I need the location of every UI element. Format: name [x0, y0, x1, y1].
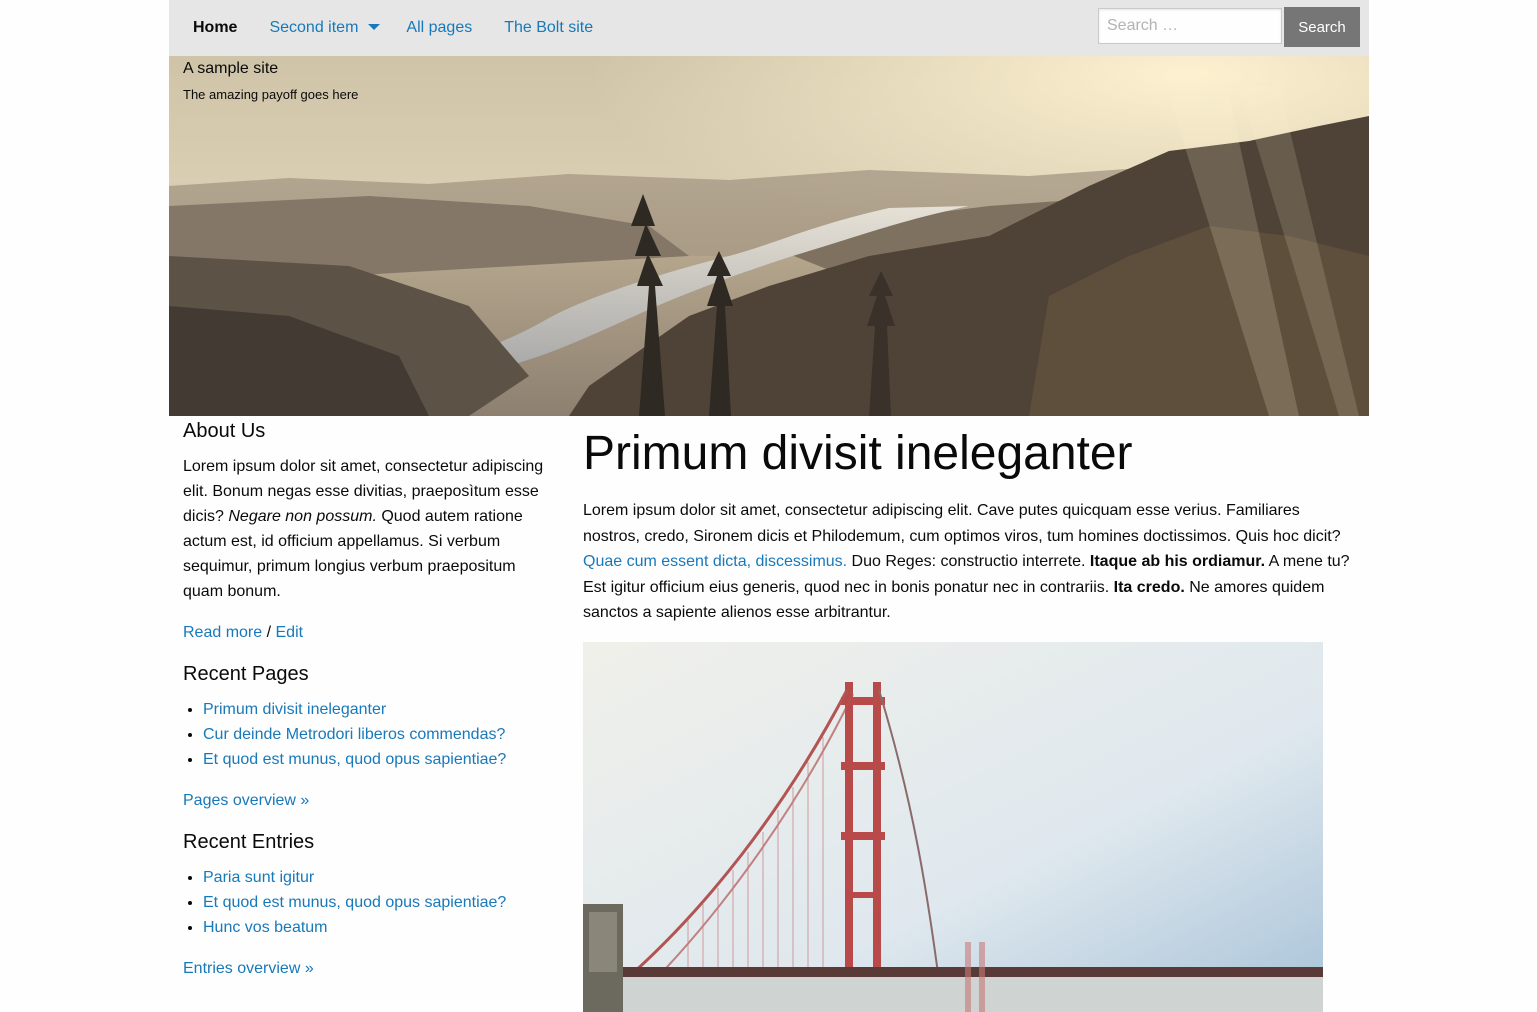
- recent-page-link[interactable]: Et quod est munus, quod opus sapientiae?: [203, 751, 506, 768]
- about-links: Read more / Edit: [183, 620, 553, 645]
- menu-link-bolt-site[interactable]: The Bolt site: [488, 0, 609, 56]
- recent-entry-link[interactable]: Et quod est munus, quod opus sapientiae?: [203, 894, 506, 911]
- list-item: Paria sunt igitur: [203, 865, 553, 890]
- article-intro: Lorem ipsum dolor sit amet, consectetur …: [583, 498, 1353, 626]
- site-title: A sample site: [183, 60, 279, 77]
- entries-overview-link[interactable]: Entries overview »: [183, 960, 314, 977]
- recent-page-link[interactable]: Cur deinde Metrodori liberos commendas?: [203, 726, 505, 743]
- list-item: Cur deinde Metrodori liberos commendas?: [203, 722, 553, 747]
- search-button[interactable]: Search: [1284, 7, 1360, 47]
- menu-link-home[interactable]: Home: [177, 0, 253, 56]
- page-wrapper: Home Second item All pages The Bolt site…: [169, 0, 1369, 1012]
- read-more-link[interactable]: Read more: [183, 624, 262, 641]
- article-image: [583, 641, 1323, 1012]
- menu-link-all-pages[interactable]: All pages: [390, 0, 488, 56]
- about-block: About Us Lorem ipsum dolor sit amet, con…: [183, 418, 553, 645]
- menu-item-home[interactable]: Home: [177, 0, 253, 56]
- edit-link[interactable]: Edit: [276, 624, 304, 641]
- main-menu: Home Second item All pages The Bolt site: [177, 0, 609, 56]
- recent-pages-list: Primum divisit ineleganter Cur deinde Me…: [183, 697, 553, 772]
- recent-entries-list: Paria sunt igitur Et quod est munus, quo…: [183, 865, 553, 940]
- menu-item-second[interactable]: Second item: [253, 0, 390, 56]
- menu-item-all-pages[interactable]: All pages: [390, 0, 488, 56]
- menu-label-second: Second item: [269, 19, 359, 36]
- article-text-1: Lorem ipsum dolor sit amet, consectetur …: [583, 502, 1341, 545]
- recent-pages-heading: Recent Pages: [183, 663, 309, 685]
- list-item: Et quod est munus, quod opus sapientiae?: [203, 747, 553, 772]
- search-form: Search: [1098, 7, 1360, 47]
- article-bold-2: Ita credo.: [1113, 578, 1185, 596]
- main-content: Primum divisit ineleganter Lorem ipsum d…: [583, 418, 1353, 1012]
- list-item: Primum divisit ineleganter: [203, 697, 553, 722]
- about-text: Lorem ipsum dolor sit amet, consectetur …: [183, 454, 553, 604]
- recent-entry-link[interactable]: Hunc vos beatum: [203, 919, 328, 936]
- links-separator: /: [262, 624, 276, 641]
- recent-pages-block: Recent Pages Primum divisit ineleganter …: [183, 661, 553, 813]
- hero-landscape-image: [169, 56, 1369, 416]
- recent-entries-heading: Recent Entries: [183, 831, 315, 853]
- list-item: Hunc vos beatum: [203, 915, 553, 940]
- chevron-down-icon: [368, 24, 381, 30]
- recent-entries-block: Recent Entries Paria sunt igitur Et quod…: [183, 829, 553, 981]
- search-input[interactable]: [1098, 8, 1282, 44]
- recent-entry-link[interactable]: Paria sunt igitur: [203, 869, 314, 886]
- about-heading: About Us: [183, 420, 266, 442]
- recent-page-link[interactable]: Primum divisit ineleganter: [203, 701, 386, 718]
- article-bold-1: Itaque ab his ordiamur.: [1089, 553, 1266, 570]
- bridge-photo: [583, 641, 1323, 1012]
- article-inline-link[interactable]: Quae cum essent dicta, discessimus.: [583, 553, 847, 570]
- pages-overview: Pages overview »: [183, 788, 553, 813]
- sidebar: About Us Lorem ipsum dolor sit amet, con…: [183, 418, 553, 997]
- hero-banner: A sample site The amazing payoff goes he…: [169, 56, 1369, 416]
- pages-overview-link[interactable]: Pages overview »: [183, 792, 309, 809]
- menu-item-bolt-site[interactable]: The Bolt site: [488, 0, 609, 56]
- article-text-2: Duo Reges: constructio interrete.: [847, 553, 1090, 570]
- entries-overview: Entries overview »: [183, 956, 553, 981]
- list-item: Et quod est munus, quod opus sapientiae?: [203, 890, 553, 915]
- about-text-italic: Negare non possum.: [228, 508, 377, 525]
- menu-link-second[interactable]: Second item: [253, 0, 390, 56]
- article-title: Primum divisit ineleganter: [583, 427, 1133, 480]
- top-bar: Home Second item All pages The Bolt site…: [169, 0, 1369, 56]
- site-payoff: The amazing payoff goes here: [183, 87, 359, 102]
